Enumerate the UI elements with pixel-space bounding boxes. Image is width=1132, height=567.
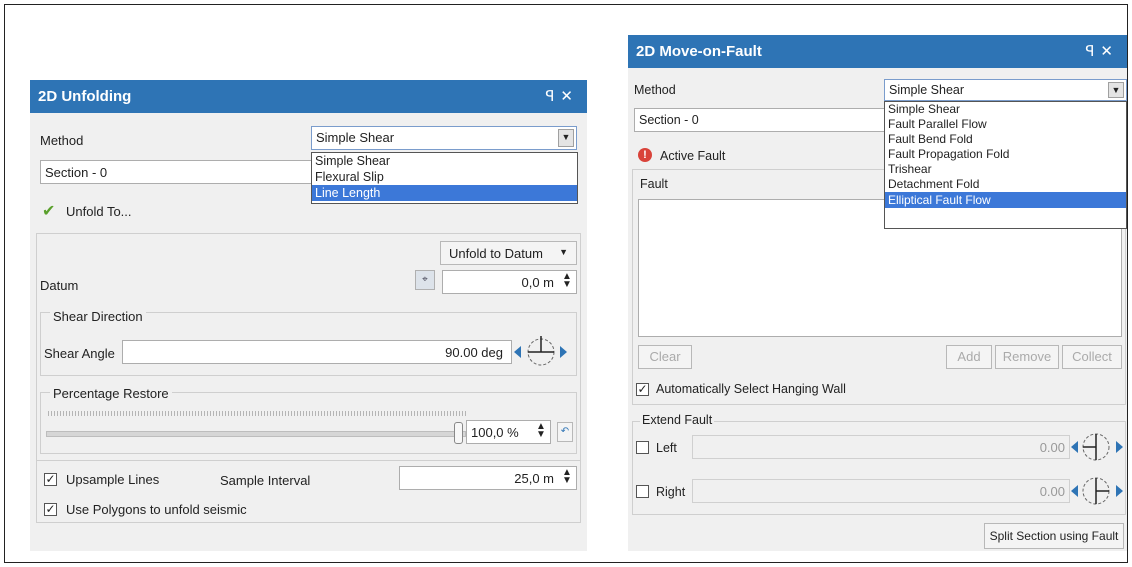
float-icon[interactable]: ꟼ: [545, 88, 560, 105]
upsample-lines-checkbox[interactable]: ✓: [44, 473, 57, 486]
percentage-restore-label: Percentage Restore: [50, 386, 172, 401]
unfolding-panel: 2D Unfolding ꟼ✕ Method Simple Shear ▼ Se…: [30, 80, 587, 551]
fault-column-header: Fault: [640, 177, 668, 191]
section-value: Section - 0: [639, 113, 699, 127]
section-select[interactable]: Section - 0: [634, 108, 886, 132]
chevron-down-icon[interactable]: ▼: [1108, 82, 1124, 98]
upsample-lines-label: Upsample Lines: [66, 472, 160, 487]
unfold-mode-value: Unfold to Datum: [449, 246, 543, 261]
spinner-icon[interactable]: ▲ ▼: [536, 422, 546, 440]
method-label: Method: [40, 133, 84, 148]
rotate-right-icon[interactable]: [1116, 441, 1123, 453]
unfold-mode-select[interactable]: Unfold to Datum ▼: [440, 241, 577, 265]
method-dropdown[interactable]: Simple Shear Fault Parallel Flow Fault B…: [884, 101, 1127, 229]
extend-right-checkbox[interactable]: [636, 485, 649, 498]
use-polygons-checkbox[interactable]: ✓: [44, 503, 57, 516]
auto-select-hanging-wall-checkbox[interactable]: ✓: [636, 383, 649, 396]
percentage-value: 100,0 %: [471, 425, 519, 440]
fault-title: 2D Move-on-Fault: [636, 43, 762, 60]
method-dropdown[interactable]: Simple Shear Flexural Slip Line Length: [311, 152, 578, 204]
extend-left-input[interactable]: 0.00: [692, 435, 1070, 459]
extend-right-label: Right: [656, 485, 686, 499]
datum-value: 0,0 m: [521, 275, 554, 290]
active-fault-label: Active Fault: [660, 149, 726, 163]
sample-interval-value: 25,0 m: [514, 471, 554, 486]
auto-select-hanging-wall-label: Automatically Select Hanging Wall: [656, 382, 846, 396]
use-polygons-label: Use Polygons to unfold seismic: [66, 502, 247, 517]
method-option[interactable]: Simple Shear: [885, 102, 1126, 117]
shear-angle-value: 90.00 deg: [445, 345, 503, 360]
method-option[interactable]: Fault Bend Fold: [885, 132, 1126, 147]
split-section-button[interactable]: Split Section using Fault: [984, 523, 1124, 549]
collect-button[interactable]: Collect: [1062, 345, 1122, 369]
percentage-slider-ticks: [48, 411, 466, 416]
section-select[interactable]: Section - 0: [40, 160, 312, 184]
method-label: Method: [634, 83, 676, 97]
clear-button[interactable]: Clear: [638, 345, 692, 369]
unfolding-title: 2D Unfolding: [38, 88, 132, 105]
close-icon[interactable]: ✕: [1100, 43, 1119, 60]
extend-right-dial-icon[interactable]: [1078, 473, 1114, 509]
checkmark-icon: ✔: [42, 203, 56, 220]
rotate-right-icon[interactable]: [1116, 485, 1123, 497]
warning-icon: !: [638, 148, 652, 162]
spinner-icon[interactable]: ▲ ▼: [562, 468, 572, 486]
chevron-down-icon: ▼: [559, 247, 568, 257]
float-icon[interactable]: ꟼ: [1085, 43, 1100, 60]
method-select-value: Simple Shear: [889, 83, 965, 97]
datum-label: Datum: [40, 278, 79, 293]
method-option[interactable]: Fault Propagation Fold: [885, 147, 1126, 162]
extend-right-input[interactable]: 0.00: [692, 479, 1070, 503]
extend-left-dial-icon[interactable]: [1078, 429, 1114, 465]
method-option[interactable]: Fault Parallel Flow: [885, 117, 1126, 132]
extend-left-value: 0.00: [1039, 440, 1065, 455]
close-icon[interactable]: ✕: [560, 88, 579, 105]
percentage-input[interactable]: 100,0 % ▲ ▼: [466, 420, 551, 444]
rotate-left-icon[interactable]: [514, 346, 521, 358]
rotate-left-icon[interactable]: [1071, 485, 1078, 497]
method-select[interactable]: Simple Shear ▼: [884, 79, 1127, 101]
percentage-slider-handle[interactable]: [454, 422, 463, 444]
shear-angle-label: Shear Angle: [44, 346, 115, 361]
method-select-value: Simple Shear: [316, 130, 395, 145]
extend-fault-label: Extend Fault: [640, 413, 715, 427]
pick-datum-icon[interactable]: ⌖: [415, 270, 435, 290]
spinner-icon[interactable]: ▲ ▼: [562, 272, 572, 290]
remove-button[interactable]: Remove: [995, 345, 1059, 369]
extend-left-checkbox[interactable]: [636, 441, 649, 454]
percentage-slider-track[interactable]: [46, 431, 466, 437]
extend-right-value: 0.00: [1039, 484, 1065, 499]
datum-input[interactable]: 0,0 m ▲ ▼: [442, 270, 577, 294]
rotate-right-icon[interactable]: [560, 346, 567, 358]
section-value: Section - 0: [45, 165, 108, 180]
method-option[interactable]: Detachment Fold: [885, 177, 1126, 192]
shear-direction-label: Shear Direction: [50, 309, 146, 324]
rotate-left-icon[interactable]: [1071, 441, 1078, 453]
reset-button[interactable]: ↶: [557, 422, 573, 442]
shear-direction-dial-icon[interactable]: [524, 334, 558, 370]
shear-angle-input[interactable]: 90.00 deg: [122, 340, 512, 364]
extend-left-label: Left: [656, 441, 677, 455]
sample-interval-label: Sample Interval: [220, 473, 311, 488]
sample-interval-input[interactable]: 25,0 m ▲ ▼: [399, 466, 577, 490]
add-button[interactable]: Add: [946, 345, 992, 369]
method-option-selected[interactable]: Line Length: [312, 185, 577, 201]
chevron-down-icon[interactable]: ▼: [558, 129, 574, 147]
method-option-selected[interactable]: Elliptical Fault Flow: [885, 192, 1126, 208]
method-option[interactable]: Trishear: [885, 162, 1126, 177]
separator: [36, 460, 581, 461]
method-option[interactable]: Simple Shear: [312, 153, 577, 169]
method-select[interactable]: Simple Shear ▼: [311, 126, 577, 150]
fault-titlebar: 2D Move-on-Fault ꟼ✕: [628, 35, 1127, 68]
method-option[interactable]: Flexural Slip: [312, 169, 577, 185]
unfold-to-label[interactable]: Unfold To...: [66, 204, 132, 219]
unfolding-titlebar: 2D Unfolding ꟼ✕: [30, 80, 587, 113]
move-on-fault-panel: 2D Move-on-Fault ꟼ✕ Method Simple Shear …: [628, 35, 1127, 551]
